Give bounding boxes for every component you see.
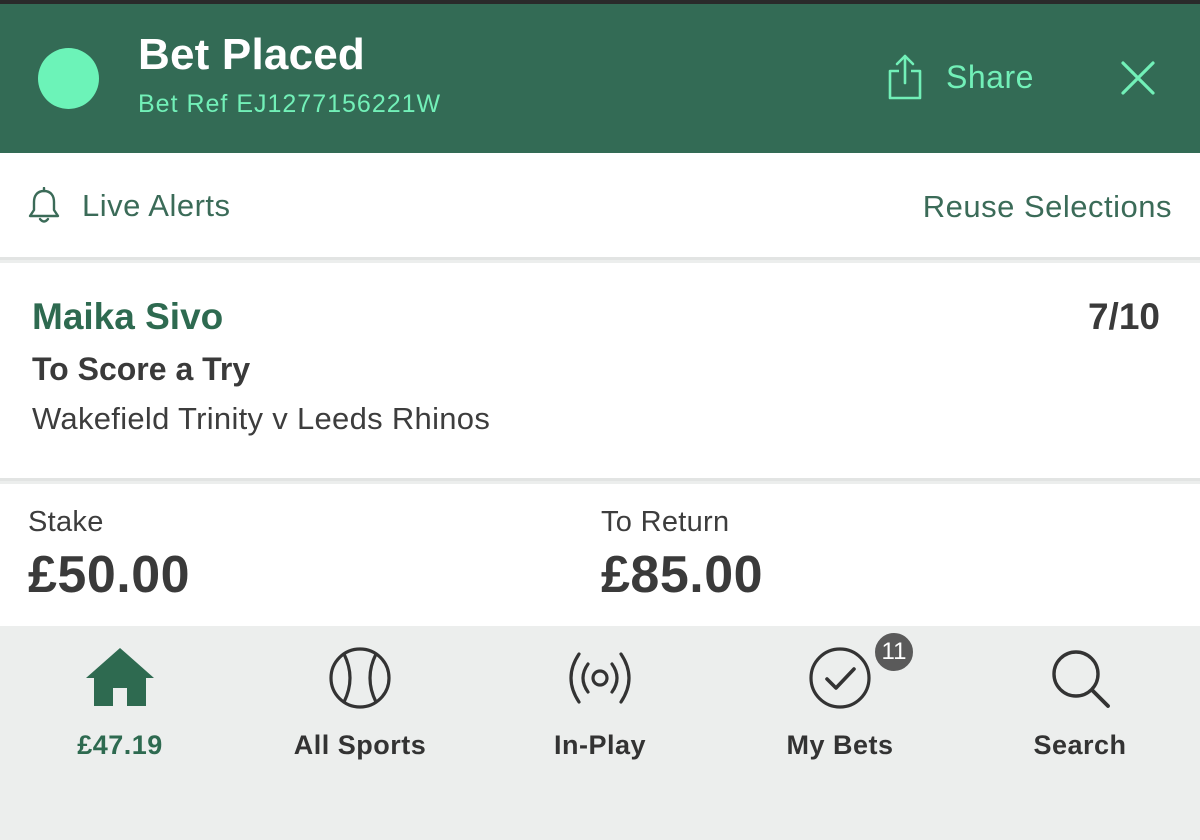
close-button[interactable]	[1120, 60, 1156, 96]
share-button[interactable]: Share	[886, 52, 1034, 102]
bell-icon	[28, 187, 60, 223]
share-icon	[888, 54, 922, 100]
bet-selection: Maika Sivo 7/10 To Score a Try Wakefield…	[0, 263, 1200, 481]
bet-reference: Bet Ref EJ1277156221W	[138, 90, 442, 118]
stake-value: £50.00	[28, 546, 191, 604]
return-value: £85.00	[601, 546, 764, 604]
stake-block: Stake £50.00	[28, 506, 190, 605]
nav-label-in-play: In-Play	[553, 730, 647, 760]
reuse-selections-link[interactable]: Reuse Selections	[923, 189, 1172, 225]
bet-placed-header: Bet Placed Bet Ref EJ1277156221W Share	[0, 0, 1200, 153]
nav-item-search[interactable]: Search	[960, 640, 1200, 770]
live-alerts-label: Live Alerts	[82, 188, 231, 223]
stake-panel: Stake £50.00 To Return £85.00	[0, 484, 1200, 626]
header-top-strip	[0, 0, 1200, 4]
success-status-dot	[38, 48, 99, 109]
nav-item-all-sports[interactable]: All Sports	[240, 640, 480, 770]
nav-label-balance: £47.19	[77, 730, 163, 760]
search-icon	[1040, 642, 1120, 722]
my-bets-count-badge: 11	[872, 630, 916, 674]
nav-label-all-sports: All Sports	[293, 730, 427, 760]
close-icon	[1121, 61, 1155, 95]
nav-label-search: Search	[1033, 730, 1127, 760]
home-icon	[80, 642, 160, 722]
bottom-nav: £47.19 All Sports In-Play My Bets 11 Sea…	[0, 626, 1200, 840]
check-circle-icon	[800, 642, 880, 722]
return-label: To Return	[601, 506, 730, 538]
share-label: Share	[946, 58, 1034, 95]
selection-event: Wakefield Trinity v Leeds Rhinos	[32, 401, 491, 436]
nav-item-in-play[interactable]: In-Play	[480, 640, 720, 770]
nav-item-my-bets[interactable]: My Bets	[720, 640, 960, 770]
selection-odds: 7/10	[1087, 296, 1160, 337]
nav-item-home[interactable]: £47.19	[0, 640, 240, 770]
stake-label: Stake	[28, 506, 104, 538]
selection-market: To Score a Try	[32, 351, 251, 387]
broadcast-icon	[560, 642, 640, 722]
nav-label-my-bets: My Bets	[786, 730, 894, 760]
return-block: To Return £85.00	[601, 506, 763, 605]
selection-name: Maika Sivo	[32, 296, 224, 337]
alerts-bar: Live Alerts Reuse Selections	[0, 153, 1200, 260]
page-title: Bet Placed	[138, 30, 365, 79]
live-alerts-button[interactable]: Live Alerts	[26, 187, 231, 225]
ball-icon	[320, 642, 400, 722]
